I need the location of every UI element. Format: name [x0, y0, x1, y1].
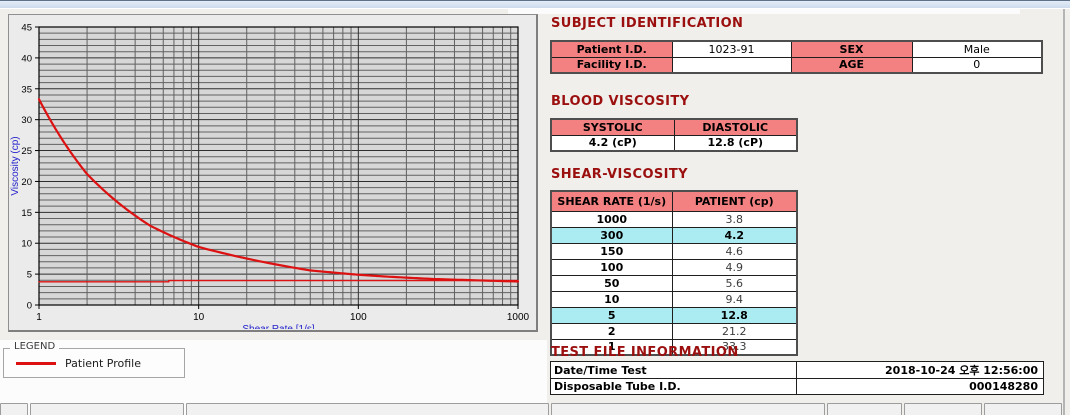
- table-row: 109.4: [551, 291, 797, 307]
- table-row: 4.2 (cP) 12.8 (cP): [551, 135, 797, 151]
- svg-text:Viscosity (cp): Viscosity (cp): [10, 136, 21, 195]
- svg-text:1000: 1000: [507, 312, 530, 323]
- svg-text:35: 35: [21, 84, 32, 95]
- table-row: Patient I.D. 1023-91 SEX Male: [551, 41, 1042, 57]
- rate-cell: 50: [551, 275, 672, 291]
- rate-cell: 100: [551, 259, 672, 275]
- svg-text:5: 5: [27, 270, 32, 281]
- svg-text:Shear Rate [1/s]: Shear Rate [1/s]: [242, 324, 314, 329]
- rate-cell: 1000: [551, 211, 672, 227]
- subject-identification-table: Patient I.D. 1023-91 SEX Male Facility I…: [550, 40, 1043, 74]
- status-segment: [30, 403, 184, 415]
- sex-label: SEX: [791, 41, 912, 57]
- value-cell: 12.8: [672, 307, 797, 323]
- status-segment: [827, 403, 902, 415]
- table-row: Date/Time Test 2018-10-24 오후 12:56:00: [551, 362, 1044, 379]
- date-time-test-label: Date/Time Test: [551, 362, 797, 379]
- legend-frame: LEGEND Patient Profile: [3, 348, 185, 378]
- svg-text:25: 25: [21, 146, 32, 157]
- status-segment: [904, 403, 982, 415]
- svg-text:20: 20: [21, 177, 32, 188]
- svg-text:40: 40: [21, 53, 32, 64]
- patient-id-value: 1023-91: [672, 41, 791, 57]
- rate-cell: 5: [551, 307, 672, 323]
- diastolic-header: DIASTOLIC: [674, 119, 797, 135]
- test-file-information-table: Date/Time Test 2018-10-24 오후 12:56:00 Di…: [550, 361, 1044, 395]
- shear-viscosity-chart: 0 5 10 15 20 25 30 35 40 45 1 10 100 1000 Shear Rate […: [9, 15, 535, 329]
- window-right-edge: [1063, 9, 1065, 415]
- svg-text:1: 1: [36, 312, 42, 323]
- table-row: Disposable Tube I.D. 000148280: [551, 379, 1044, 395]
- svg-text:45: 45: [21, 23, 32, 34]
- legend-title: LEGEND: [10, 341, 59, 352]
- shear-viscosity-chart-panel: 0 5 10 15 20 25 30 35 40 45 1 10 100 1000 Shear Rate […: [8, 14, 538, 332]
- rate-cell: 10: [551, 291, 672, 307]
- table-row: 1504.6: [551, 243, 797, 259]
- age-value: 0: [912, 57, 1042, 73]
- value-cell: 9.4: [672, 291, 797, 307]
- table-row: SYSTOLIC DIASTOLIC: [551, 119, 797, 135]
- date-time-test-value: 2018-10-24 오후 12:56:00: [797, 362, 1044, 379]
- status-segment: [186, 403, 549, 415]
- table-row: Facility I.D. AGE 0: [551, 57, 1042, 73]
- rate-cell: 300: [551, 227, 672, 243]
- patient-profile-line-swatch: [16, 362, 56, 365]
- systolic-value: 4.2 (cP): [551, 135, 674, 151]
- facility-id-label: Facility I.D.: [551, 57, 672, 73]
- legend-entry-label: Patient Profile: [65, 357, 141, 370]
- patient-cp-header: PATIENT (cp): [672, 191, 797, 211]
- shear-viscosity-title: SHEAR-VISCOSITY: [551, 167, 688, 182]
- window-top-strip: [0, 0, 1070, 9]
- legend-entry: Patient Profile: [4, 349, 184, 377]
- subject-identification-title: SUBJECT IDENTIFICATION: [551, 16, 743, 31]
- value-cell: 4.9: [672, 259, 797, 275]
- rate-cell: 2: [551, 323, 672, 339]
- test-file-information-title: TEST FILE INFORMATION: [551, 345, 739, 360]
- table-row: 221.2: [551, 323, 797, 339]
- value-cell: 4.2: [672, 227, 797, 243]
- table-row-highlight: 3004.2: [551, 227, 797, 243]
- svg-text:30: 30: [21, 115, 32, 126]
- rate-cell: 150: [551, 243, 672, 259]
- table-row: 10003.8: [551, 211, 797, 227]
- table-row-highlight: 512.8: [551, 307, 797, 323]
- sex-value: Male: [912, 41, 1042, 57]
- value-cell: 5.6: [672, 275, 797, 291]
- table-header-row: SHEAR RATE (1/s) PATIENT (cp): [551, 191, 797, 211]
- table-row: 505.6: [551, 275, 797, 291]
- blood-viscosity-table: SYSTOLIC DIASTOLIC 4.2 (cP) 12.8 (cP): [550, 118, 798, 152]
- table-row: 1004.9: [551, 259, 797, 275]
- age-label: AGE: [791, 57, 912, 73]
- report-screen: 0510152025303540451101001000Shear Rate […: [0, 0, 1070, 415]
- diastolic-value: 12.8 (cP): [674, 135, 797, 151]
- shear-viscosity-table: SHEAR RATE (1/s) PATIENT (cp) 10003.8 30…: [550, 190, 798, 356]
- blood-viscosity-title: BLOOD VISCOSITY: [551, 94, 689, 109]
- value-cell: 3.8: [672, 211, 797, 227]
- systolic-header: SYSTOLIC: [551, 119, 674, 135]
- value-cell: 4.6: [672, 243, 797, 259]
- svg-text:10: 10: [21, 239, 32, 250]
- status-segment: [551, 403, 825, 415]
- disposable-tube-id-label: Disposable Tube I.D.: [551, 379, 797, 395]
- svg-text:10: 10: [193, 312, 205, 323]
- status-segment: [0, 403, 28, 415]
- value-cell: 21.2: [672, 323, 797, 339]
- facility-id-value: [672, 57, 791, 73]
- status-bar: [0, 403, 1070, 415]
- svg-text:100: 100: [350, 312, 367, 323]
- panel-top-highlight: [508, 9, 1020, 14]
- status-segment: [984, 403, 1062, 415]
- svg-text:0: 0: [27, 301, 32, 312]
- disposable-tube-id-value: 000148280: [797, 379, 1044, 395]
- svg-text:15: 15: [21, 208, 32, 219]
- patient-id-label: Patient I.D.: [551, 41, 672, 57]
- shear-rate-header: SHEAR RATE (1/s): [551, 191, 672, 211]
